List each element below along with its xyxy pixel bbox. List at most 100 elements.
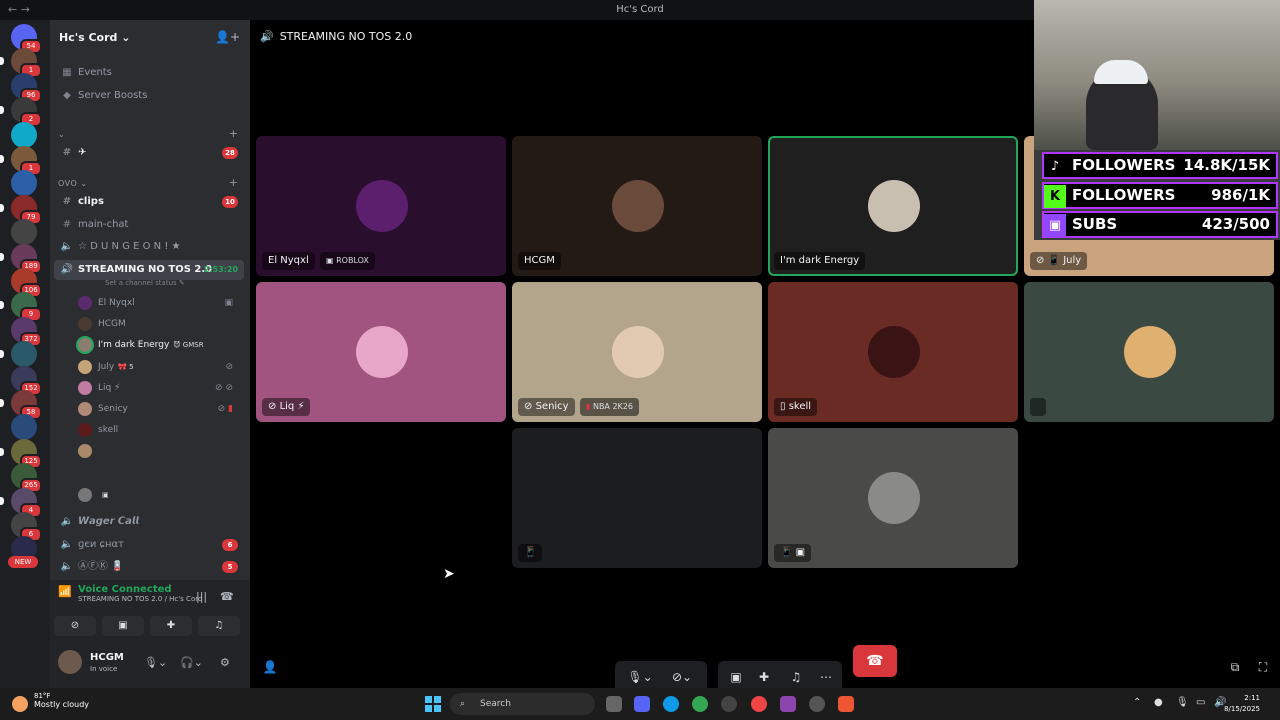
voice-status[interactable]: 📶 Voice Connected STREAMING NO TOS 2.0 /… bbox=[58, 584, 218, 603]
server-icon[interactable]: 106 bbox=[11, 268, 42, 298]
activities-button[interactable]: ✚ bbox=[150, 616, 192, 636]
speaker-icon: 🔈 bbox=[60, 539, 74, 550]
twitch-app-icon[interactable] bbox=[780, 696, 796, 712]
participant-tile[interactable]: El Nyqxl ▣ ROBLOX bbox=[256, 136, 506, 276]
taskbar-search[interactable]: ⌕ Search bbox=[450, 693, 595, 715]
server-icon[interactable]: 96 bbox=[11, 72, 42, 103]
video-off-icon: ⊘ bbox=[225, 362, 233, 372]
channel-dungeon[interactable]: 🔈 ☆ D U N G E O N ! ★ bbox=[54, 237, 244, 257]
server-icon[interactable]: 1 bbox=[11, 48, 42, 79]
discord-taskbar-icon[interactable] bbox=[634, 696, 650, 712]
voice-user[interactable]: HCGM bbox=[78, 314, 243, 334]
network-icon[interactable]: ▭ bbox=[1196, 697, 1205, 708]
headphones-icon[interactable]: 🎧⌄ bbox=[180, 656, 203, 669]
server-icon[interactable]: 58 bbox=[11, 390, 42, 420]
task-view-icon[interactable] bbox=[606, 696, 622, 712]
voice-user[interactable] bbox=[78, 441, 243, 461]
voice-user[interactable]: July 🎀 5 ⊘ bbox=[78, 357, 243, 377]
channel-streaming[interactable]: 🔊 STREAMING NO TOS 2.0 2:53:20 bbox=[54, 260, 244, 280]
tiktok-app-icon[interactable] bbox=[838, 696, 854, 712]
channel-status-prompt[interactable]: Set a channel status ✎ bbox=[105, 279, 185, 287]
server-icon[interactable] bbox=[11, 170, 37, 197]
voice-user[interactable]: skell bbox=[78, 420, 243, 440]
server-icon[interactable]: 6 bbox=[11, 512, 42, 542]
add-channel-icon[interactable]: + bbox=[229, 127, 238, 140]
camera-button[interactable]: ⊘ bbox=[54, 616, 96, 636]
obs-icon[interactable] bbox=[809, 696, 825, 712]
channel-main-chat[interactable]: # main-chat bbox=[54, 215, 244, 235]
microphone-tray-icon[interactable]: 🎙 bbox=[1176, 697, 1189, 708]
server-icon[interactable]: 152 bbox=[11, 365, 42, 396]
channel-clips[interactable]: # clips 10 bbox=[54, 192, 244, 212]
invite-people-icon[interactable]: 👤+ bbox=[260, 651, 280, 706]
server-boosts-item[interactable]: ◆ Server Boosts bbox=[54, 86, 244, 106]
soundboard-icon: ♫ bbox=[214, 620, 224, 631]
media-icon[interactable] bbox=[721, 696, 737, 712]
disconnect-icon[interactable]: ☎ bbox=[220, 590, 234, 603]
avatar bbox=[78, 401, 92, 416]
webcam-feed bbox=[1034, 0, 1280, 150]
participant-tile[interactable]: ▯ skell bbox=[768, 282, 1018, 422]
chrome-icon[interactable] bbox=[692, 696, 708, 712]
voice-user[interactable]: ▣ bbox=[78, 485, 243, 505]
server-icon[interactable] bbox=[11, 341, 37, 368]
microphone-icon[interactable]: 🎙⌄ bbox=[144, 656, 167, 669]
video-off-icon: ⊘ bbox=[524, 401, 536, 412]
screen-share-button[interactable]: ▣ bbox=[102, 616, 144, 636]
channel-plane[interactable]: # ✈ 28 bbox=[54, 143, 244, 163]
channel-gen-chat[interactable]: 🔈 ɡєи ɕнαт 6 bbox=[54, 535, 244, 555]
edge-icon[interactable] bbox=[663, 696, 679, 712]
unread-pip bbox=[0, 447, 4, 456]
avatar[interactable] bbox=[58, 650, 82, 674]
speaker-icon: 🔊 bbox=[260, 30, 274, 43]
category-ovo[interactable]: OVO ⌄ bbox=[58, 179, 88, 188]
voice-user[interactable]: I'm dark Energy 😈 GMSR bbox=[78, 335, 243, 355]
participant-tile-speaking[interactable]: I'm dark Energy bbox=[768, 136, 1018, 276]
events-item[interactable]: ▦ Events bbox=[54, 63, 244, 83]
server-icon[interactable] bbox=[11, 219, 37, 246]
server-icon[interactable] bbox=[11, 414, 37, 441]
clock[interactable]: 2:11 8/15/2025 bbox=[1224, 693, 1260, 715]
soundboard-button[interactable]: ♫ bbox=[198, 616, 240, 636]
chevron-up-icon[interactable]: ⌃ bbox=[1133, 697, 1141, 708]
participant-tile[interactable]: ⊘ Senicy ▮ NBA 2K26 bbox=[512, 282, 762, 422]
home-icon[interactable]: 54 bbox=[11, 24, 42, 54]
server-icon[interactable]: 125 bbox=[11, 438, 42, 469]
server-icon[interactable]: 265 bbox=[11, 463, 42, 494]
participant-tile[interactable]: ⊘ Liq ⚡ bbox=[256, 282, 506, 422]
server-icon[interactable]: 9 bbox=[11, 292, 42, 323]
tray-app-icon[interactable]: ● bbox=[1154, 697, 1163, 708]
server-icon[interactable] bbox=[11, 121, 37, 148]
taskbar: 81°F Mostly cloudy ⌕ Search ⌃ ● 🎙 ▭ 🔊 2:1… bbox=[0, 688, 1280, 720]
add-channel-icon[interactable]: + bbox=[229, 176, 238, 189]
voice-user[interactable]: El Nyqxl ▣ bbox=[78, 293, 243, 313]
weather-widget[interactable]: 81°F Mostly cloudy bbox=[12, 692, 89, 712]
voice-user[interactable]: Senicy ⊘ ▮ bbox=[78, 399, 243, 419]
popout-icon[interactable]: ⧉ bbox=[1225, 651, 1245, 683]
channel-afk[interactable]: 🔈 ⒶⒻⓀ 🪫 5 bbox=[54, 557, 244, 577]
disconnect-button[interactable]: ☎ bbox=[853, 645, 897, 677]
unread-pip bbox=[0, 252, 4, 261]
participant-tile[interactable] bbox=[1024, 282, 1274, 422]
server-name-button[interactable]: Hc's Cord ⌄ bbox=[59, 31, 130, 44]
server-icon[interactable]: 4 bbox=[11, 487, 42, 518]
server-icon[interactable]: 2 bbox=[11, 97, 42, 128]
participant-tile[interactable]: HCGM bbox=[512, 136, 762, 276]
avatar bbox=[868, 326, 920, 378]
channel-wager-call[interactable]: 🔈 𝙒𝙖𝙜𝙚𝙧 𝘾𝙖𝙡𝙡 bbox=[54, 512, 244, 532]
fullscreen-icon[interactable]: ⛶ bbox=[1253, 651, 1273, 683]
voice-user[interactable]: Liq ⚡ ⊘ ⊘ bbox=[78, 378, 243, 398]
server-icon[interactable]: 79 bbox=[11, 194, 42, 225]
server-icon[interactable]: 189 bbox=[11, 243, 42, 274]
server-icon[interactable]: 372 bbox=[11, 316, 42, 347]
noise-suppression-icon[interactable]: ||| bbox=[196, 590, 207, 603]
gear-icon[interactable]: ⚙ bbox=[220, 656, 230, 669]
app-icon[interactable] bbox=[751, 696, 767, 712]
participant-tile[interactable]: 📱 ▣ bbox=[768, 428, 1018, 568]
category-unnamed[interactable]: ⌄ bbox=[58, 130, 65, 139]
start-button[interactable] bbox=[425, 696, 441, 712]
server-icon[interactable]: 1 bbox=[11, 146, 42, 176]
participant-tile[interactable]: 📱 bbox=[512, 428, 762, 568]
invite-icon[interactable]: 👤+ bbox=[215, 30, 240, 44]
weather-icon bbox=[12, 696, 28, 712]
